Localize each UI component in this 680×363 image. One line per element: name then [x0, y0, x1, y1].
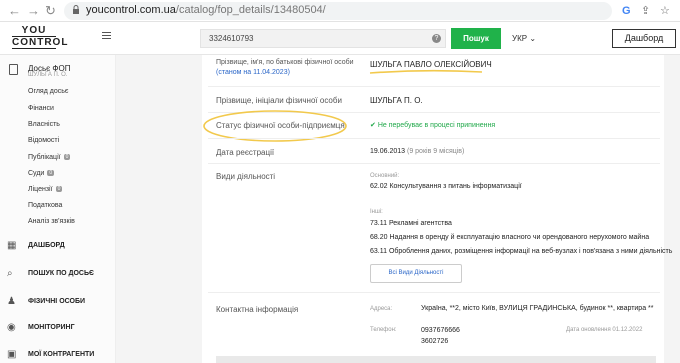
- other-activity-item: 73.11 Рекламні агентства: [370, 220, 452, 227]
- sidebar-nav-item[interactable]: МОЇ КОНТРАГЕНТИ: [28, 351, 94, 358]
- search-dossier-icon: ⌕: [7, 268, 13, 279]
- right-gutter: [664, 55, 680, 363]
- google-icon[interactable]: G: [622, 4, 631, 18]
- sidebar-item-label: Власність: [28, 121, 60, 128]
- sidebar-item-label: Аналіз зв'язків: [28, 218, 75, 225]
- logo-line-2: CONTROL: [12, 37, 69, 48]
- language-select[interactable]: УКР ⌄: [512, 34, 536, 43]
- contact-label: Контактна інформація: [216, 305, 299, 314]
- person-icon: ♟: [7, 296, 16, 307]
- main-activity-value: 62.02 Консультування з питань інформатиз…: [370, 183, 522, 190]
- initials-value: ШУЛЬГА П. О.: [370, 96, 423, 105]
- divider: [208, 138, 660, 139]
- sidebar-item-label: Суди: [28, 170, 45, 177]
- divider: [208, 292, 660, 293]
- url-text[interactable]: youcontrol.com.ua/catalog/fop_details/13…: [86, 4, 326, 16]
- regdate-date: 19.06.2013: [370, 148, 406, 155]
- sidebar-item-label: Податкова: [28, 202, 63, 209]
- sidebar-nav-item[interactable]: ДАШБОРД: [28, 242, 65, 249]
- sidebar-item-label: Відомості: [28, 137, 60, 144]
- count-badge: 0: [63, 154, 71, 161]
- divider: [208, 163, 660, 164]
- left-gutter: [116, 55, 202, 363]
- reload-icon[interactable]: ↻: [45, 3, 56, 19]
- sidebar-item-label: Огляд досьє: [28, 88, 69, 95]
- lock-icon: [73, 5, 79, 14]
- check-circle-icon: ✔: [370, 122, 376, 129]
- sidebar-dossier-subtitle: ШУЛЬГА П. О.: [28, 72, 68, 78]
- star-icon[interactable]: ☆: [660, 4, 670, 18]
- sidebar-nav-item[interactable]: ФІЗИЧНІ ОСОБИ: [28, 298, 85, 305]
- phone-label: Телефон:: [370, 327, 397, 333]
- help-icon[interactable]: ?: [432, 34, 441, 43]
- sidebar-item[interactable]: Фінанси: [28, 105, 54, 112]
- sidebar-item[interactable]: Аналіз зв'язків: [28, 218, 75, 225]
- phone-value-1: 0937676666: [421, 327, 460, 334]
- dashboard-button[interactable]: Дашборд: [612, 29, 676, 48]
- count-badge: 0: [47, 170, 55, 177]
- all-activities-button[interactable]: Всі Види Діяльності: [370, 264, 462, 283]
- highlight-underline-name: [369, 69, 483, 74]
- phone-value-2: 3602726: [421, 338, 449, 345]
- sidebar-item[interactable]: Публікації 0: [28, 154, 71, 161]
- main-activity-label: Основний:: [370, 173, 400, 179]
- search-value: 3324610793: [209, 34, 254, 43]
- other-activity-item: 63.11 Оброблення даних, розміщення інфор…: [370, 248, 673, 255]
- search-button[interactable]: Пошук: [451, 28, 501, 49]
- sidebar-item[interactable]: Відомості: [28, 137, 59, 144]
- folder-icon: ▣: [7, 349, 17, 360]
- address-value: Україна, **2, місто Київ, ВУЛИЦЯ ГРАДИНС…: [421, 305, 654, 312]
- count-badge: 0: [55, 186, 63, 193]
- sidebar-item-label: Ліцензії: [28, 186, 53, 193]
- dashboard-icon: ▦: [7, 240, 17, 251]
- regdate-value: 19.06.2013 (9 років 9 місяців): [370, 148, 464, 155]
- status-text: Не перебуває в процесі припинення: [377, 122, 496, 129]
- share-icon[interactable]: ⇪: [641, 4, 650, 18]
- update-date: Дата оновлення 01.12.2022: [566, 327, 643, 333]
- initials-label: Прізвище, ініціали фізичної особи: [216, 96, 342, 105]
- sidebar-item[interactable]: Податкова: [28, 202, 62, 209]
- site-logo[interactable]: YOU CONTROL: [12, 25, 69, 50]
- search-input[interactable]: 3324610793 ?: [200, 29, 446, 48]
- activities-label: Види діяльності: [216, 172, 276, 181]
- other-activities-label: Інші:: [370, 209, 383, 215]
- sidebar-item-label: Публікації: [28, 154, 61, 161]
- sidebar: [0, 55, 116, 363]
- sidebar-item[interactable]: Ліцензії 0: [28, 186, 63, 193]
- back-icon[interactable]: ←: [8, 3, 21, 19]
- sidebar-nav-item[interactable]: ПОШУК ПО ДОСЬЄ: [28, 270, 94, 277]
- sidebar-item[interactable]: Власність: [28, 121, 60, 128]
- document-icon: [9, 64, 18, 75]
- sidebar-item[interactable]: Огляд досьє: [28, 88, 68, 95]
- other-activity-item: 68.20 Надання в оренду й експлуатацію вл…: [370, 234, 650, 241]
- browser-toolbar: ← → ↻ youcontrol.com.ua/catalog/fop_deta…: [0, 0, 680, 22]
- collapse-menu-icon[interactable]: [102, 32, 111, 40]
- regdate-extra: (9 років 9 місяців): [407, 148, 465, 155]
- chevron-down-icon: ⌄: [529, 34, 537, 43]
- status-value: ✔ Не перебуває в процесі припинення: [370, 121, 495, 129]
- sidebar-nav-item[interactable]: МОНІТОРИНГ: [28, 324, 75, 331]
- sidebar-item[interactable]: Суди 0: [28, 170, 55, 177]
- horizontal-scrollbar[interactable]: [216, 356, 656, 363]
- name-label: Прізвище, ім'я, по батькові фізичної осо…: [216, 59, 354, 66]
- logo-line-1: YOU: [21, 25, 47, 36]
- eye-icon: ◉: [7, 322, 16, 333]
- sidebar-item-label: Фінанси: [28, 105, 54, 112]
- highlight-circle-status: [203, 110, 347, 142]
- address-label: Адреса:: [370, 306, 393, 312]
- regdate-label: Дата реєстрації: [216, 148, 275, 157]
- name-date[interactable]: (станом на 11.04.2023): [216, 69, 290, 76]
- divider: [208, 86, 660, 87]
- forward-icon[interactable]: →: [27, 3, 40, 19]
- language-label: УКР: [512, 34, 528, 43]
